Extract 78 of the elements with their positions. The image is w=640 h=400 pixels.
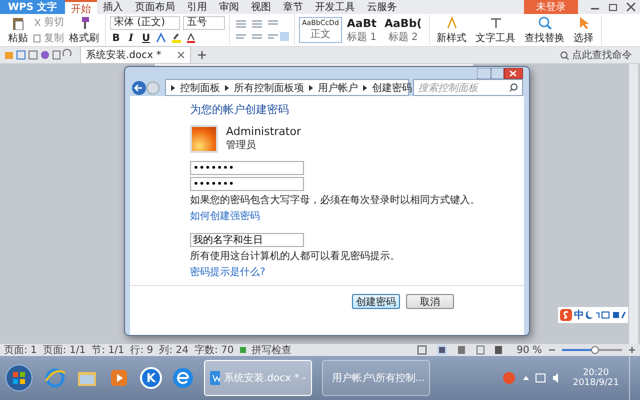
ribbon-tool-button[interactable]: 文字工具 bbox=[472, 16, 519, 44]
cut-button[interactable]: 剪切 bbox=[33, 15, 64, 29]
status-item: 节: 1/1 bbox=[92, 344, 124, 357]
strong-password-link[interactable]: 如何创建强密码 bbox=[190, 209, 260, 223]
app-icon bbox=[210, 371, 220, 385]
style-preset[interactable]: AaBb( 标题 2 bbox=[382, 14, 425, 46]
document-tab[interactable]: 系统安装.docx * bbox=[80, 46, 192, 64]
window-controls-drawing[interactable] bbox=[477, 68, 523, 79]
ribbon-tab[interactable]: 章节 bbox=[277, 0, 310, 14]
password-hint-field[interactable]: 我的名字和生日 bbox=[190, 233, 304, 247]
dialog-button[interactable]: 创建密码 bbox=[352, 294, 400, 309]
browser-icon[interactable] bbox=[172, 367, 194, 389]
start-button-icon[interactable] bbox=[4, 363, 34, 393]
address-bar[interactable]: 控制面板 所有控制面板项 用户帐户 创建密码 bbox=[165, 79, 409, 96]
ime-toolbar[interactable]: 中 bbox=[558, 307, 628, 323]
ribbon-tool-button[interactable]: 查找替换 bbox=[522, 16, 568, 44]
password-field[interactable]: ••••••• bbox=[190, 161, 304, 175]
ime-tools-drawing[interactable] bbox=[586, 310, 626, 320]
font-color-icon[interactable] bbox=[185, 32, 197, 44]
avatar-picture bbox=[190, 125, 218, 153]
back-forward-icon[interactable] bbox=[131, 80, 161, 96]
chevron-icon bbox=[224, 84, 230, 92]
close-icon[interactable] bbox=[625, 2, 637, 12]
status-item: 列: 24 bbox=[159, 344, 188, 357]
restore-icon[interactable] bbox=[607, 2, 619, 12]
hint-note: 所有使用这台计算机的人都可以看见密码提示。 bbox=[190, 250, 400, 263]
status-item: 行: 9 bbox=[130, 344, 154, 357]
caps-note: 如果您的密码包含大写字母，必须在每次登录时以相同方式键入。 bbox=[190, 194, 480, 207]
text-effect-icon[interactable] bbox=[155, 32, 167, 44]
status-item: 字数: 70 bbox=[194, 344, 234, 357]
status-item: 页面: 1 bbox=[4, 344, 37, 357]
ribbon-tab[interactable]: 引用 bbox=[181, 0, 214, 14]
ribbon-tab[interactable]: 审阅 bbox=[213, 0, 246, 14]
chevron-icon bbox=[362, 84, 368, 92]
user-name: Administrator bbox=[226, 125, 301, 138]
status-item: 页面: 1/1 bbox=[42, 344, 86, 357]
zoom-in-icon[interactable] bbox=[628, 346, 636, 354]
confirm-password-field[interactable]: ••••••• bbox=[190, 177, 304, 191]
close-icon[interactable] bbox=[177, 51, 186, 59]
format-button[interactable]: B bbox=[110, 32, 122, 44]
chevron-icon bbox=[308, 84, 314, 92]
new-tab-icon[interactable] bbox=[197, 50, 208, 60]
search-icon bbox=[560, 50, 569, 60]
ribbon-tab[interactable]: 开发工具 bbox=[309, 0, 362, 14]
font-dropdown[interactable]: 宋体 (正文) bbox=[110, 16, 180, 30]
copy-button[interactable]: 复制 bbox=[33, 31, 64, 45]
ribbon-tab[interactable]: 云服务 bbox=[361, 0, 404, 14]
ribbon-tool-button[interactable]: 选择 bbox=[570, 16, 597, 44]
search-icon bbox=[538, 16, 552, 30]
format-button[interactable]: I bbox=[125, 32, 137, 44]
scrollbar[interactable] bbox=[629, 64, 638, 344]
ribbon-tool-button[interactable]: 新样式 bbox=[434, 16, 470, 44]
format-painter-button[interactable]: 格式刷 bbox=[67, 16, 101, 44]
quick-access-toolbar-drawing[interactable] bbox=[4, 49, 74, 61]
search-icon bbox=[509, 83, 518, 92]
ribbon-tab[interactable]: 视图 bbox=[245, 0, 278, 14]
ime-logo-icon[interactable] bbox=[560, 309, 572, 321]
zoom-level: 90 % bbox=[516, 344, 542, 356]
media-player-icon[interactable] bbox=[108, 367, 130, 389]
size-dropdown[interactable]: 五号 bbox=[183, 16, 225, 30]
highlight-icon[interactable] bbox=[170, 32, 182, 44]
text-tool-icon bbox=[488, 16, 503, 30]
hint-help-link[interactable]: 密码提示是什么? bbox=[190, 265, 266, 279]
style-preset[interactable]: AaBt 标题 1 bbox=[344, 14, 380, 46]
paste-button[interactable]: 粘贴 bbox=[6, 16, 30, 44]
dialog-button[interactable]: 取消 bbox=[406, 294, 454, 309]
app-icon[interactable]: K bbox=[140, 367, 162, 389]
copy-icon bbox=[33, 34, 42, 42]
format-button[interactable]: U bbox=[140, 32, 152, 44]
chevron-icon bbox=[170, 84, 176, 92]
ribbon-tab[interactable]: 页面布局 bbox=[129, 0, 182, 14]
command-search-field[interactable]: 点此查找命令 bbox=[556, 48, 636, 62]
user-role: 管理员 bbox=[226, 139, 257, 152]
ribbon-tab[interactable]: 开始 bbox=[65, 0, 98, 14]
spell-check-icon bbox=[240, 347, 246, 353]
dialog-heading: 为您的帐户创建密码 bbox=[190, 102, 289, 117]
ribbon-tab[interactable]: 插入 bbox=[97, 0, 130, 14]
spell-check-label[interactable]: 拼写检查 bbox=[252, 343, 292, 357]
